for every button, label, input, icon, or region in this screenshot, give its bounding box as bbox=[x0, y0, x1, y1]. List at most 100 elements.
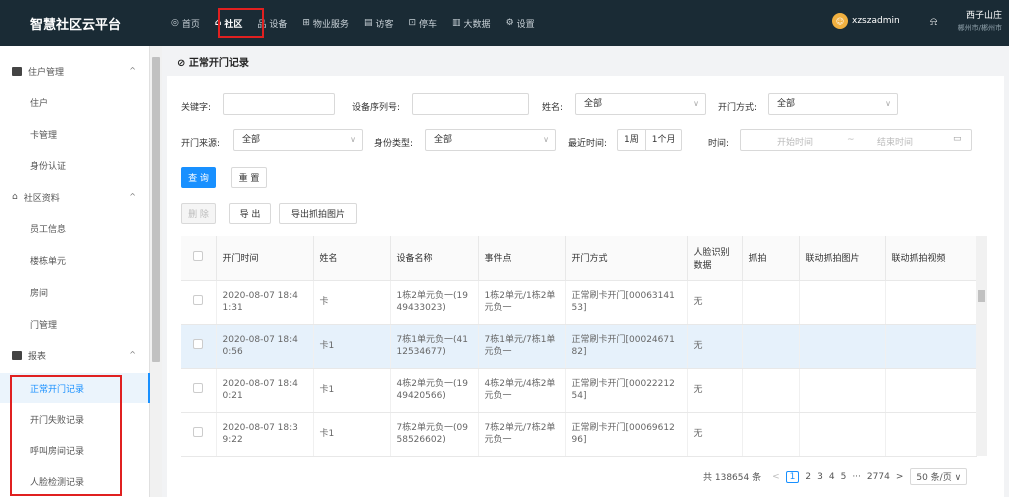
date-range-picker[interactable]: 开始时间 ~ 结束时间 ▭ bbox=[740, 129, 972, 151]
user-menu[interactable]: ☺ xzszadmin bbox=[832, 13, 900, 29]
col-header-name[interactable]: 姓名 bbox=[313, 236, 391, 281]
delete-button[interactable]: 删 除 bbox=[181, 203, 216, 224]
avatar: ☺ bbox=[832, 13, 848, 29]
prev-page-button[interactable]: < bbox=[772, 472, 780, 482]
sidebar-item-buildings[interactable]: 楼栋单元 bbox=[0, 245, 150, 275]
start-date-field[interactable]: 开始时间 bbox=[777, 135, 813, 148]
table-row[interactable]: 2020-08-07 18:41:31 卡 1栋2单元负一(1949433023… bbox=[181, 280, 977, 325]
nav-property-service[interactable]: ⊞ 物业服务 bbox=[296, 11, 355, 35]
page-1[interactable]: 1 bbox=[785, 470, 800, 483]
group-label: 社区资料 bbox=[23, 193, 60, 204]
records-table: 开门时间 姓名 设备名称 事件点 开门方式 人脸识别数据 抓拍 联动抓拍图片 联… bbox=[181, 236, 977, 457]
cell-device: 7栋2单元负一(0958526602) bbox=[390, 412, 479, 457]
identity-select[interactable]: 全部 ∨ bbox=[425, 129, 556, 151]
chevron-down-icon: ∨ bbox=[885, 99, 891, 108]
col-header-linked-video[interactable]: 联动抓拍视频 bbox=[885, 236, 977, 281]
cell-snapshot bbox=[742, 324, 800, 369]
open-method-select[interactable]: 全部 ∨ bbox=[768, 93, 898, 115]
export-button[interactable]: 导 出 bbox=[229, 203, 271, 224]
recent-week-button[interactable]: 1周 bbox=[618, 130, 645, 150]
row-checkbox[interactable] bbox=[193, 427, 203, 437]
site-switcher[interactable]: 西子山庄 郴州市/郴州市 bbox=[950, 8, 1002, 33]
table-scrollbar[interactable] bbox=[976, 236, 987, 456]
sidebar-item-staff[interactable]: 员工信息 bbox=[0, 213, 150, 243]
sidebar-item-doors[interactable]: 门管理 bbox=[0, 309, 150, 339]
cell-method: 正常刷卡开门[0002221254] bbox=[565, 368, 688, 413]
recent-month-button[interactable]: 1个月 bbox=[644, 130, 682, 150]
page-title: ⊘ 正常开门记录 bbox=[177, 54, 249, 69]
name-select[interactable]: 全部 ∨ bbox=[575, 93, 706, 115]
sidebar-group-community[interactable]: ⌂ 社区资料 ^ bbox=[0, 182, 150, 212]
col-header-face[interactable]: 人脸识别数据 bbox=[687, 236, 743, 281]
identity-label: 身份类型: bbox=[374, 139, 414, 149]
home-icon: ◎ bbox=[171, 18, 179, 28]
sidebar-item-cards[interactable]: 卡管理 bbox=[0, 119, 150, 149]
report-icon bbox=[12, 350, 22, 360]
cell-device: 1栋2单元负一(1949433023) bbox=[390, 280, 479, 325]
nav-parking[interactable]: ⊡ 停车 bbox=[402, 11, 443, 35]
chevron-up-icon: ^ bbox=[129, 350, 136, 359]
sidebar-item-identity[interactable]: 身份认证 bbox=[0, 150, 150, 180]
row-checkbox[interactable] bbox=[193, 339, 203, 349]
next-page-button[interactable]: > bbox=[896, 472, 904, 482]
cell-snapshot bbox=[742, 412, 800, 457]
col-header-device[interactable]: 设备名称 bbox=[390, 236, 479, 281]
row-checkbox[interactable] bbox=[193, 383, 203, 393]
col-header-snapshot[interactable]: 抓拍 bbox=[742, 236, 800, 281]
select-value: 全部 bbox=[584, 99, 603, 109]
nav-label: 设备 bbox=[269, 19, 288, 30]
top-navbar: 智慧社区云平台 ◎ 首页 ⌂ 社区 品设备 ⊞ 物业服务 ▤ 访客 ⊡ 停车 ▥ 大数据 ⚙… bbox=[0, 0, 1009, 46]
table-scroll-thumb[interactable] bbox=[978, 290, 985, 302]
cell-name: 卡 bbox=[313, 280, 391, 325]
chart-icon: ▥ bbox=[452, 18, 461, 28]
cell-name: 卡1 bbox=[313, 412, 391, 457]
export-photos-button[interactable]: 导出抓拍图片 bbox=[279, 203, 357, 224]
col-header-event[interactable]: 事件点 bbox=[478, 236, 566, 281]
chevron-down-icon: ∨ bbox=[543, 135, 549, 144]
page-2[interactable]: 2 bbox=[805, 472, 811, 482]
keyword-input[interactable] bbox=[223, 93, 335, 115]
reset-button[interactable]: 重 置 bbox=[231, 167, 267, 188]
page-ellipsis[interactable]: ··· bbox=[852, 472, 861, 482]
chevron-down-icon: ∨ bbox=[350, 135, 356, 144]
nav-label: 访客 bbox=[375, 19, 394, 30]
select-all-checkbox[interactable] bbox=[193, 251, 203, 262]
table-row[interactable]: 2020-08-07 18:40:21 卡1 4栋2单元负一(194942056… bbox=[181, 368, 977, 413]
keyword-label: 关键字: bbox=[181, 103, 212, 113]
col-header-linked-photos[interactable]: 联动抓拍图片 bbox=[799, 236, 886, 281]
nav-bigdata[interactable]: ▥ 大数据 bbox=[446, 11, 497, 35]
highlight-box bbox=[218, 8, 264, 38]
total-count: 共 138654 条 bbox=[703, 473, 762, 483]
page-last[interactable]: 2774 bbox=[867, 472, 890, 482]
row-checkbox[interactable] bbox=[193, 295, 203, 305]
nav-label: 物业服务 bbox=[312, 19, 349, 30]
sidebar-scroll-thumb[interactable] bbox=[152, 57, 160, 362]
nav-visitor[interactable]: ▤ 访客 bbox=[358, 11, 400, 35]
col-header-method[interactable]: 开门方式 bbox=[565, 236, 688, 281]
sidebar-item-residents[interactable]: 住户 bbox=[0, 87, 150, 117]
page-5[interactable]: 5 bbox=[841, 472, 847, 482]
nav-settings[interactable]: ⚙ 设置 bbox=[500, 11, 541, 35]
serial-label: 设备序列号: bbox=[352, 103, 401, 113]
search-button[interactable]: 查 询 bbox=[181, 167, 216, 188]
bell-icon[interactable]: ⍾ bbox=[930, 15, 937, 29]
col-header-time[interactable]: 开门时间 bbox=[216, 236, 314, 281]
page-title-text: 正常开门记录 bbox=[188, 58, 249, 69]
sidebar-group-reports[interactable]: 报表 ^ bbox=[0, 340, 150, 370]
serial-input[interactable] bbox=[412, 93, 529, 115]
sidebar-item-rooms[interactable]: 房间 bbox=[0, 277, 150, 307]
table-row[interactable]: 2020-08-07 18:39:22 卡1 7栋2单元负一(095852660… bbox=[181, 412, 977, 457]
chevron-up-icon: ^ bbox=[129, 192, 136, 201]
page-4[interactable]: 4 bbox=[829, 472, 835, 482]
sidebar-group-residents[interactable]: 住户管理 ^ bbox=[0, 56, 150, 86]
end-date-field[interactable]: 结束时间 bbox=[877, 135, 913, 148]
nav-home[interactable]: ◎ 首页 bbox=[165, 11, 206, 35]
cell-face: 无 bbox=[687, 412, 743, 457]
source-select[interactable]: 全部 ∨ bbox=[233, 129, 363, 151]
page-size-select[interactable]: 50 条/页 ∨ bbox=[910, 468, 968, 485]
cell-time: 2020-08-07 18:40:56 bbox=[216, 324, 314, 369]
table-row[interactable]: 2020-08-07 18:40:56 卡1 7栋1单元负一(411253467… bbox=[181, 324, 977, 369]
page-3[interactable]: 3 bbox=[817, 472, 823, 482]
cell-linked-video bbox=[885, 368, 977, 413]
service-icon: ⊞ bbox=[302, 18, 310, 28]
